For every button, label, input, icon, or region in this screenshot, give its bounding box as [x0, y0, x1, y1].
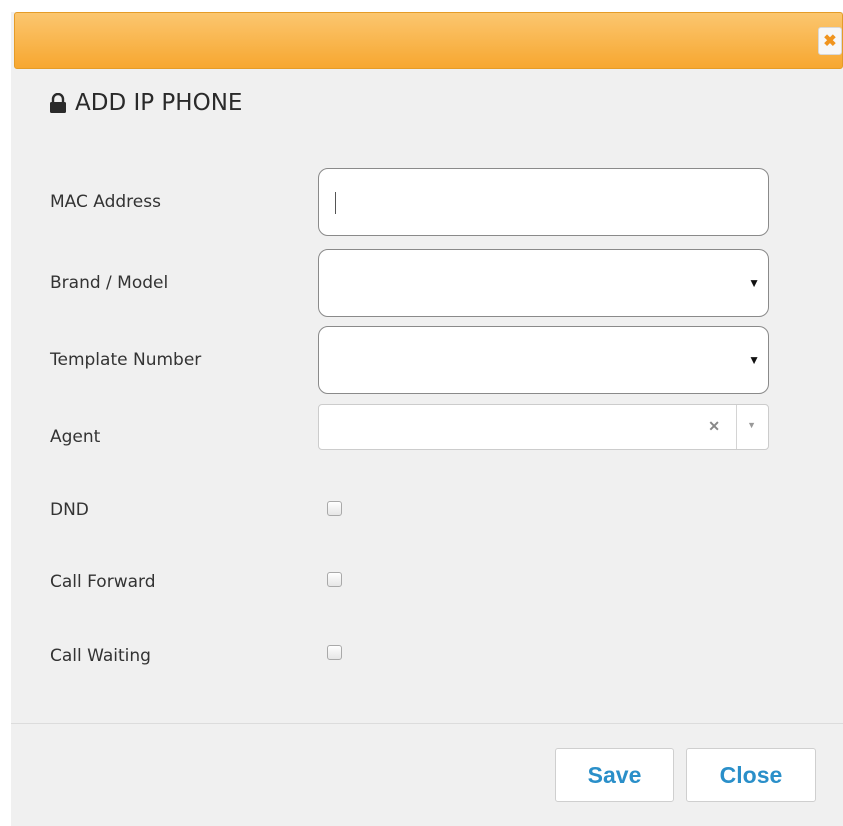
dialog-titlebar: ✖	[14, 12, 843, 69]
add-ip-phone-dialog: ✖ ADD IP PHONE MAC Address Brand / Model…	[11, 12, 843, 826]
agent-select[interactable]: ✕ ▼	[318, 404, 769, 450]
caret-down-icon: ▼	[748, 353, 760, 367]
template-number-label: Template Number	[50, 350, 202, 370]
call-forward-label: Call Forward	[50, 572, 156, 592]
caret-down-icon[interactable]: ▼	[747, 420, 756, 430]
dialog-title-text: ADD IP PHONE	[75, 90, 243, 116]
close-icon[interactable]: ✖	[818, 27, 842, 55]
mac-address-input[interactable]	[318, 168, 769, 236]
brand-model-select[interactable]: ▼	[318, 249, 769, 317]
call-waiting-label: Call Waiting	[50, 646, 151, 666]
lock-icon	[50, 93, 66, 113]
call-waiting-checkbox[interactable]	[327, 645, 342, 660]
clear-icon[interactable]: ✕	[708, 418, 720, 435]
mac-address-label: MAC Address	[50, 192, 161, 212]
text-cursor	[335, 192, 336, 214]
close-button[interactable]: Close	[686, 748, 816, 802]
agent-label: Agent	[50, 427, 101, 447]
dnd-checkbox[interactable]	[327, 501, 342, 516]
call-forward-checkbox[interactable]	[327, 572, 342, 587]
dialog-title: ADD IP PHONE	[49, 90, 242, 116]
caret-down-icon: ▼	[748, 276, 760, 290]
dnd-label: DND	[50, 500, 89, 520]
select-divider	[736, 405, 737, 449]
template-number-select[interactable]: ▼	[318, 326, 769, 394]
footer-divider	[11, 723, 843, 724]
brand-model-label: Brand / Model	[50, 273, 169, 293]
save-button[interactable]: Save	[555, 748, 674, 802]
